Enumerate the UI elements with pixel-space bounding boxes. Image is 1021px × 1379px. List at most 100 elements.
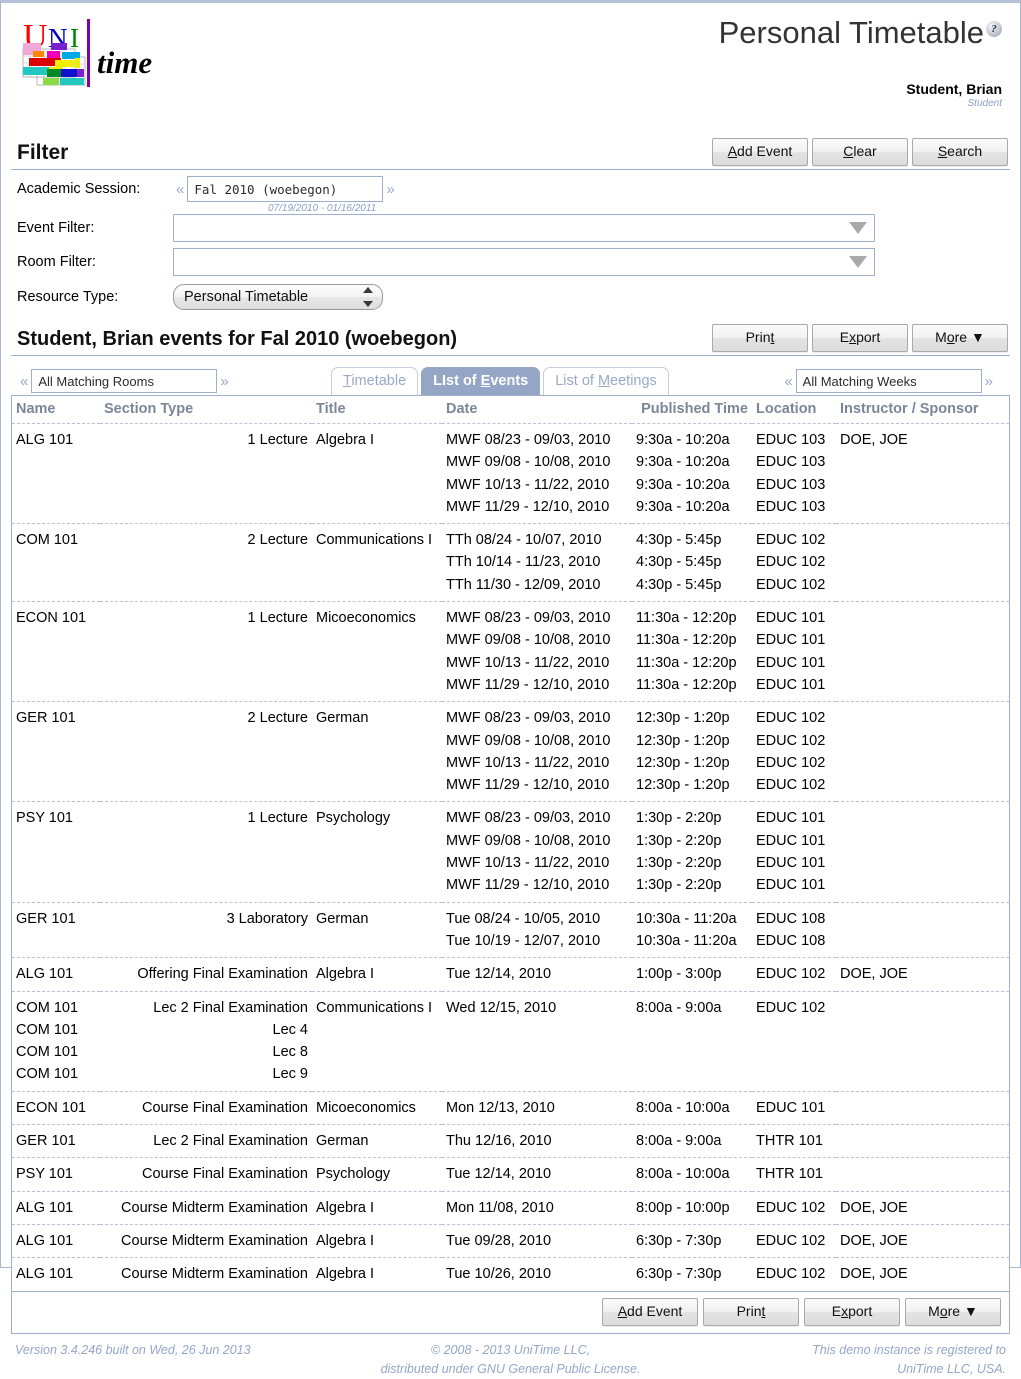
cell-location-lines: EDUC 102 xyxy=(756,960,832,988)
more-button[interactable]: More ▼ xyxy=(912,324,1008,352)
table-row[interactable]: ALG 101 Course Midterm Examination Algebra… xyxy=(12,1224,1009,1258)
cell-date-lines: MWF 08/23 - 09/03, 2010 MWF 09/08 - 10/08… xyxy=(446,426,628,521)
cell-time-line: 8:00a - 10:00a xyxy=(636,1166,730,1183)
cell-location-line: EDUC 101 xyxy=(756,654,826,671)
resource-type-select[interactable]: Personal Timetable xyxy=(173,284,383,310)
cell-time-lines: 11:30a - 12:20p 11:30a - 12:20p 11:30a - 1… xyxy=(636,604,748,699)
table-row[interactable]: ALG 101 Course Midterm Examination Algebra… xyxy=(12,1191,1009,1225)
room-filter-row: Room Filter: xyxy=(11,248,1010,276)
help-icon[interactable]: ? xyxy=(986,20,1002,37)
event-filter-box[interactable] xyxy=(173,214,875,242)
tab-list-of-events[interactable]: LIst of Events xyxy=(421,367,541,395)
more-caret-down-icon: ▼ xyxy=(970,329,985,345)
cell-location: EDUC 102 xyxy=(752,958,836,991)
cell-date: TTh 08/24 - 10/07, 2010 TTh 10/14 - 11/23… xyxy=(442,524,632,602)
col-header-instructor[interactable]: Instructor / Sponsor xyxy=(836,396,1009,424)
bottom-export-button[interactable]: Export xyxy=(804,1297,900,1326)
academic-session-value[interactable]: Fal 2010 (woebegon) xyxy=(187,176,384,202)
cell-location-line: THTR 101 xyxy=(756,1133,823,1150)
cell-location-line: EDUC 101 xyxy=(756,610,826,627)
events-table: Name Section Type Title Date Published T… xyxy=(12,396,1009,1291)
cell-time: 10:30a - 11:20a 10:30a - 11:20a xyxy=(632,902,752,958)
cell-instructor xyxy=(836,802,1009,902)
cell-name: ECON 101 xyxy=(12,602,100,702)
cell-name-lines: GER 101 xyxy=(16,1127,96,1155)
col-header-section[interactable]: Section Type xyxy=(100,396,312,424)
table-row[interactable]: ALG 101 1 Lecture Algebra I MWF 08/23 - 09/… xyxy=(12,424,1009,524)
cell-name-lines: COM 101 COM 101 COM 101 COM 101 xyxy=(16,994,96,1089)
cell-date-line: MWF 09/08 - 10/08, 2010 xyxy=(446,454,611,471)
cell-name-lines: ALG 101 xyxy=(16,960,96,988)
cell-location-line: EDUC 102 xyxy=(756,576,826,593)
cell-section-type: 1 Lecture xyxy=(100,424,312,524)
bottom-add-event-label: dd Event xyxy=(627,1302,683,1319)
table-row[interactable]: GER 101 3 Laboratory German Tue 08/24 - 10/… xyxy=(12,902,1009,958)
weeks-filter-value[interactable]: All Matching Weeks xyxy=(795,369,982,393)
col-header-title[interactable]: Title xyxy=(312,396,442,424)
table-row[interactable]: GER 101 Lec 2 Final Examination German Thu … xyxy=(12,1125,1009,1158)
col-header-name[interactable]: Name xyxy=(12,396,100,424)
session-prev-icon[interactable]: « xyxy=(173,181,187,198)
cell-time-line: 6:30p - 7:30p xyxy=(636,1232,722,1249)
cell-time: 4:30p - 5:45p 4:30p - 5:45p 4:30p - 5:45p xyxy=(632,524,752,602)
cell-location-lines: THTR 101 xyxy=(756,1160,832,1188)
table-row[interactable]: PSY 101 Course Final Examination Psycholog… xyxy=(12,1158,1009,1192)
bottom-add-event-button[interactable]: Add Event xyxy=(602,1297,698,1326)
event-filter-input[interactable] xyxy=(174,220,849,236)
col-header-time[interactable]: Published Time xyxy=(632,396,752,424)
tab-list-of-meetings-accesskey: M xyxy=(597,373,611,389)
cell-date-line: Tue 09/28, 2010 xyxy=(446,1232,552,1249)
table-row[interactable]: ALG 101 Course Midterm Examination Algebra… xyxy=(12,1258,1009,1291)
table-row[interactable]: ECON 101 Course Final Examination Micoecon… xyxy=(12,1091,1009,1125)
cell-instructor-lines: DOE, JOE xyxy=(840,1260,1005,1288)
rooms-prev-icon[interactable]: « xyxy=(17,373,31,390)
export-label-rest: port xyxy=(856,329,881,345)
bottom-print-button[interactable]: Print xyxy=(703,1297,799,1326)
tab-list-of-meetings[interactable]: List of Meetings xyxy=(543,367,669,395)
cell-date-lines: Tue 10/26, 2010 xyxy=(446,1260,628,1288)
weeks-next-icon[interactable]: » xyxy=(982,373,996,390)
cell-time-line: 9:30a - 10:20a xyxy=(636,476,730,493)
table-row[interactable]: COM 101 2 Lecture Communications I TTh 08/2… xyxy=(12,524,1009,602)
export-button[interactable]: Export xyxy=(812,324,908,352)
room-filter-input[interactable] xyxy=(174,254,849,270)
col-header-location[interactable]: Location xyxy=(752,396,836,424)
rooms-filter-value[interactable]: All Matching Rooms xyxy=(31,369,218,393)
session-next-icon[interactable]: » xyxy=(383,181,397,198)
table-row[interactable]: PSY 101 1 Lecture Psychology MWF 08/23 - 09… xyxy=(12,802,1009,903)
cell-date: Tue 08/24 - 10/05, 2010 Tue 10/19 - 12/07… xyxy=(442,902,632,958)
cell-name-line: GER 101 xyxy=(16,1133,76,1150)
cell-section-type-line: Offering Final Examination xyxy=(137,966,308,983)
cell-instructor: DOE, JOE xyxy=(836,1258,1009,1291)
cell-section-type-line: Lec 2 Final Examination xyxy=(153,1133,308,1150)
search-button[interactable]: Search xyxy=(912,138,1008,166)
cell-location-lines: EDUC 102 xyxy=(756,994,832,1022)
cell-time-line: 1:30p - 2:20p xyxy=(636,877,722,894)
table-row[interactable]: GER 101 2 Lecture German MWF 08/23 - 09/03,… xyxy=(12,702,1009,802)
cell-instructor: DOE, JOE xyxy=(836,424,1009,524)
cell-date-lines: Mon 11/08, 2010 xyxy=(446,1194,628,1222)
cell-title: German xyxy=(312,1125,442,1158)
user-role: Student xyxy=(967,98,1002,109)
tab-timetable[interactable]: Timetable xyxy=(331,367,419,395)
tab-list-of-events-label: vents xyxy=(490,373,529,389)
bottom-more-button[interactable]: More ▼ xyxy=(905,1297,1001,1326)
table-row[interactable]: COM 101 COM 101 COM 101 COM 101 Lec 2 Final … xyxy=(12,991,1009,1092)
print-button[interactable]: Print xyxy=(712,324,808,352)
bottom-export-label-rest: port xyxy=(848,1302,873,1319)
table-row[interactable]: ECON 101 1 Lecture Micoeconomics MWF 08/23 … xyxy=(12,602,1009,702)
cell-time-line: 4:30p - 5:45p xyxy=(636,554,722,571)
clear-button[interactable]: Clear xyxy=(812,138,908,166)
table-row[interactable]: ALG 101 Offering Final Examination Algebra… xyxy=(12,958,1009,992)
event-filter-chevron-down-icon[interactable] xyxy=(849,222,867,234)
room-filter-chevron-down-icon[interactable] xyxy=(849,256,867,268)
cell-location: EDUC 102 xyxy=(752,1224,836,1257)
rooms-next-icon[interactable]: » xyxy=(217,373,231,390)
cell-instructor-line: DOE, JOE xyxy=(840,1199,908,1216)
col-header-date[interactable]: Date xyxy=(442,396,632,424)
add-event-button[interactable]: Add Event xyxy=(712,138,808,166)
weeks-prev-icon[interactable]: « xyxy=(781,373,795,390)
cell-title: German xyxy=(312,702,442,802)
room-filter-box[interactable] xyxy=(173,248,875,276)
cell-title-line: Algebra I xyxy=(316,432,375,448)
